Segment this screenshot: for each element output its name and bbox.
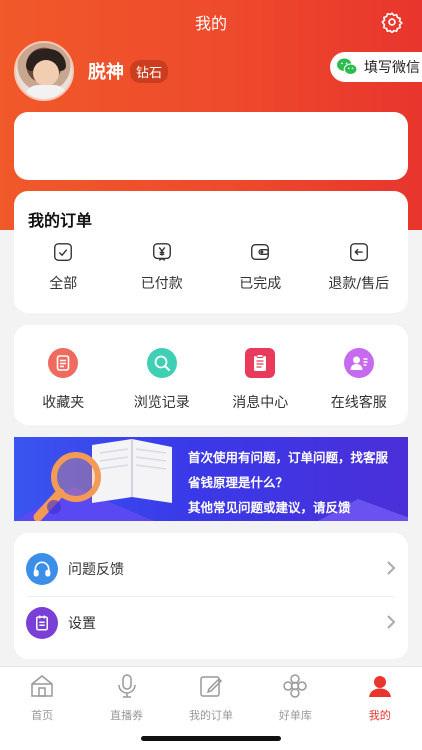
tool-favorites[interactable]: 收藏夹: [14, 348, 113, 412]
tab-my-orders[interactable]: 我的订单: [169, 673, 253, 723]
tool-support[interactable]: 在线客服: [310, 348, 409, 412]
menu-card: 问题反馈 设置: [14, 533, 408, 659]
customer-service-icon: [343, 348, 374, 382]
order-completed-label: 已完成: [239, 276, 282, 292]
chevron-right-icon: [386, 614, 396, 634]
top-bar: 我的: [0, 0, 422, 44]
order-refund-label: 退款/售后: [328, 276, 390, 292]
order-paid[interactable]: 已付款: [113, 241, 212, 293]
person-icon: [367, 673, 393, 703]
tab-my-orders-label: 我的订单: [188, 709, 233, 722]
microphone-icon: [114, 673, 140, 703]
avatar[interactable]: [14, 41, 74, 101]
tool-messages[interactable]: 消息中心: [211, 348, 310, 412]
book-magnifier-illustration: [33, 439, 172, 521]
search-icon: [146, 348, 177, 382]
banner-text-line2: 省钱原理是什么？: [188, 475, 289, 490]
tool-messages-label: 消息中心: [232, 395, 289, 411]
tab-mine[interactable]: 我的: [338, 673, 422, 723]
banner-text-line3: 其他常见问题或建议，请反馈: [188, 500, 351, 515]
yen-tag-icon: [151, 241, 173, 263]
menu-item-settings[interactable]: 设置: [14, 594, 408, 652]
tab-home-label: 首页: [31, 709, 54, 722]
check-box-icon: [52, 241, 74, 263]
fill-wechat-button[interactable]: 填写微信: [330, 52, 422, 82]
home-indicator: [141, 736, 281, 741]
tab-live-coupons[interactable]: 直播券: [84, 673, 168, 723]
notepad-icon: [26, 607, 58, 639]
tool-history-label: 浏览记录: [133, 395, 190, 411]
menu-item-feedback-label: 问题反馈: [68, 562, 124, 578]
tab-good-deals[interactable]: 好单库: [253, 673, 337, 723]
order-all[interactable]: 全部: [14, 241, 113, 293]
edit-icon: [198, 673, 224, 703]
wechat-icon: [336, 57, 358, 77]
faq-banner[interactable]: 首次使用有问题，订单问题，找客服 省钱原理是什么？ 其他常见问题或建议，请反馈: [14, 437, 408, 521]
tab-mine-label: 我的: [368, 709, 391, 722]
headphones-icon: [26, 553, 58, 585]
level-badge: 钻石: [130, 59, 169, 83]
gear-icon[interactable]: [380, 10, 404, 34]
page-title: 我的: [194, 14, 227, 33]
tab-home[interactable]: 首页: [0, 673, 84, 723]
order-all-label: 全部: [49, 276, 78, 292]
order-paid-label: 已付款: [140, 276, 183, 292]
wallet-icon: [249, 241, 271, 263]
orders-title: 我的订单: [28, 211, 93, 230]
home-icon: [29, 673, 55, 703]
info-card: [14, 112, 408, 180]
user-profile[interactable]: 脱神 钻石: [14, 40, 169, 102]
favorites-icon: [48, 348, 79, 382]
tool-history[interactable]: 浏览记录: [113, 348, 212, 412]
flower-icon: [282, 673, 308, 703]
menu-item-settings-label: 设置: [68, 616, 96, 632]
wechat-button-label: 填写微信: [364, 60, 420, 76]
tool-favorites-label: 收藏夹: [42, 395, 85, 411]
tab-live-coupons-label: 直播券: [110, 709, 144, 722]
tools-card: 收藏夹 浏览记录 消息中心 在线客服: [14, 325, 408, 425]
user-name: 脱神: [88, 62, 124, 83]
clipboard-icon: [245, 348, 276, 382]
tab-good-deals-label: 好单库: [278, 709, 312, 722]
return-icon: [348, 241, 370, 263]
tool-support-label: 在线客服: [330, 395, 387, 411]
orders-card: 我的订单 全部 已付款 已完成 退款/售后: [14, 191, 408, 313]
banner-text-line1: 首次使用有问题，订单问题，找客服: [188, 450, 389, 465]
order-refund[interactable]: 退款/售后: [310, 241, 409, 293]
chevron-right-icon: [386, 560, 396, 580]
order-completed[interactable]: 已完成: [211, 241, 310, 293]
menu-item-feedback[interactable]: 问题反馈: [14, 540, 408, 598]
